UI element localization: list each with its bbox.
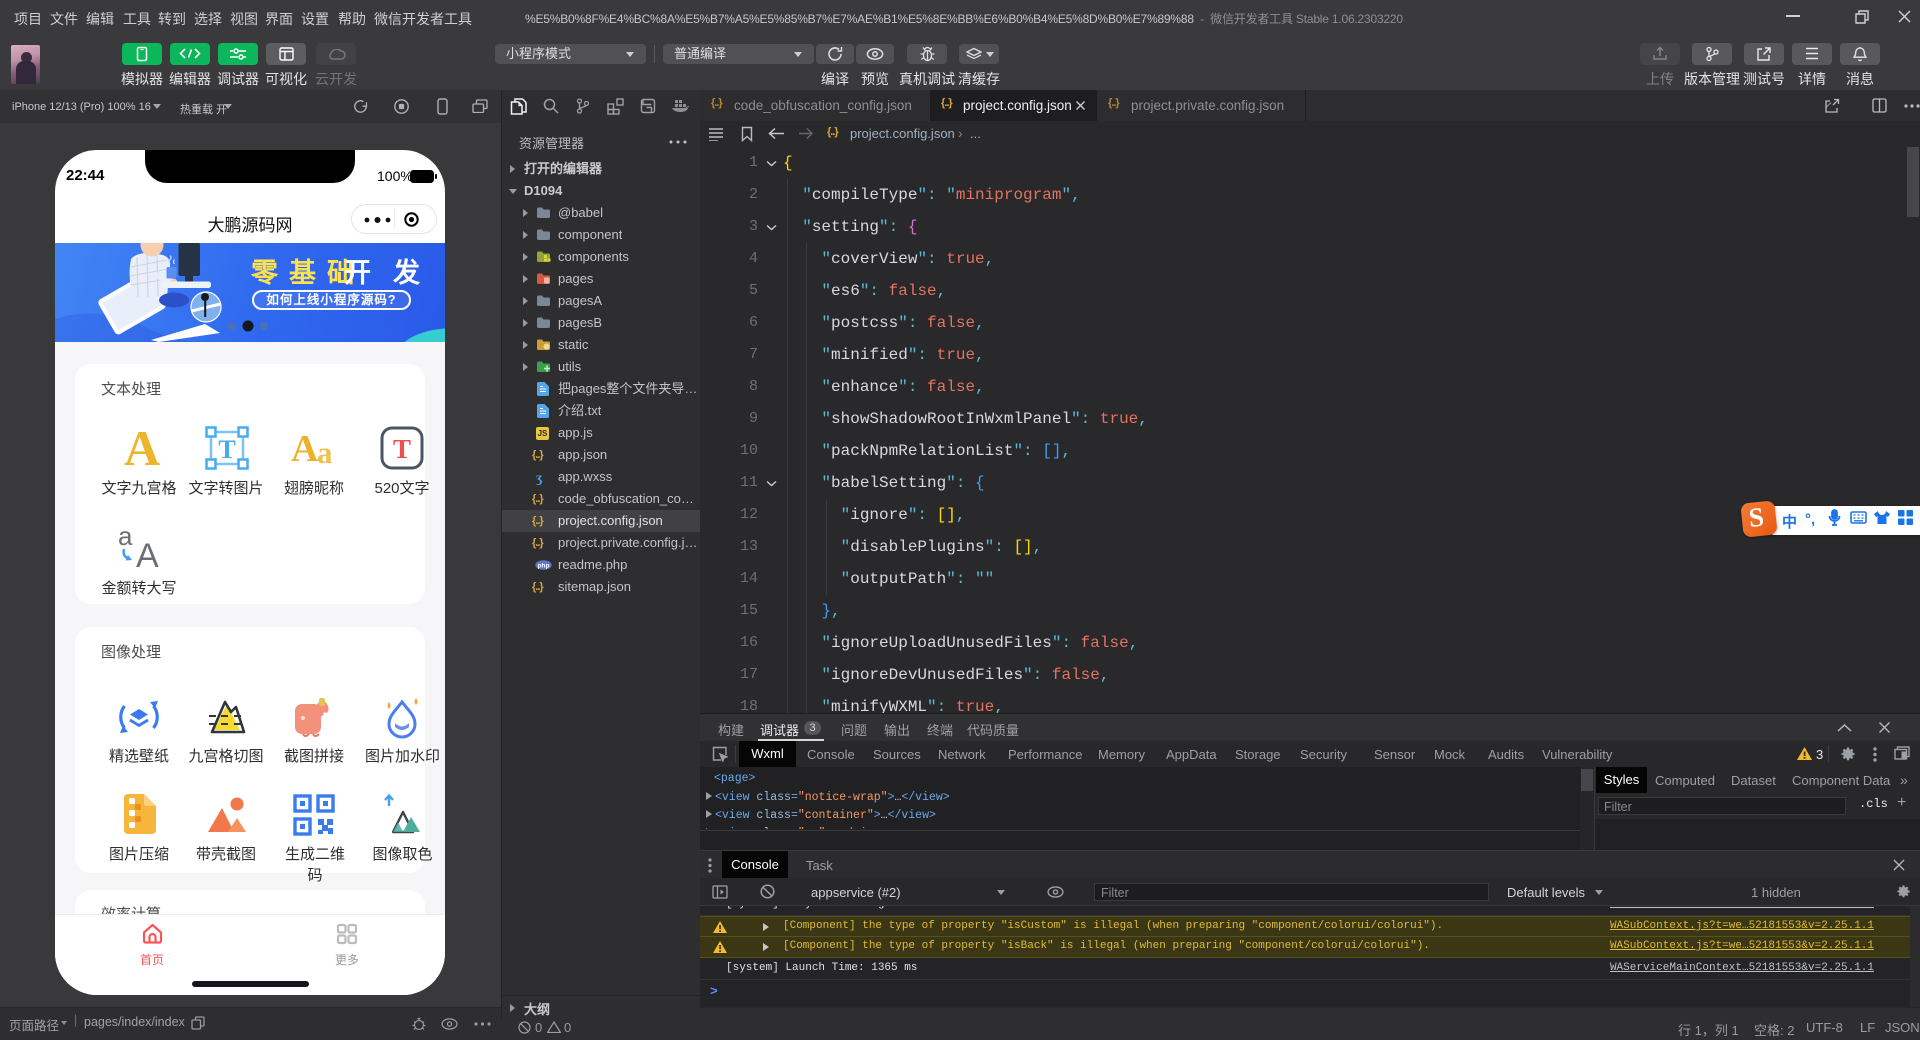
svg-text:T: T — [393, 434, 411, 464]
svg-text:a: a — [118, 523, 133, 551]
svg-text:T: T — [218, 435, 235, 464]
svg-text:A: A — [136, 537, 159, 571]
svg-text:php: php — [538, 563, 550, 570]
